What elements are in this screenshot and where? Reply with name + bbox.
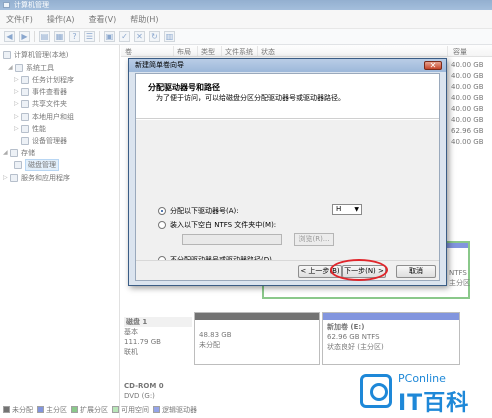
radio-checked-icon[interactable] [158,207,166,215]
dialog-footer: < 上一步(B) 下一步(N) > 取消 [136,260,439,280]
new-simple-volume-wizard: 新建简单卷向导 ✕ 分配驱动器号和路径 为了便于访问，可以给磁盘分区分配驱动器号… [128,58,447,286]
watermark: PConline IT百科 [358,370,492,418]
dialog-body: 分配驱动器号和路径 为了便于访问，可以给磁盘分区分配驱动器号或驱动器路径。 分配… [135,73,440,281]
close-icon[interactable]: ✕ [424,61,442,70]
watermark-brand: PConline [398,372,446,385]
drive-letter-select[interactable]: H ▼ [332,204,362,215]
radio-unchecked-icon[interactable] [158,221,166,229]
dialog-title: 新建简单卷向导 [135,61,184,69]
pconline-logo-icon [360,374,392,408]
folder-path-input[interactable] [182,234,282,245]
dialog-header: 分配驱动器号和路径 为了便于访问，可以给磁盘分区分配驱动器号或驱动器路径。 [136,74,439,119]
dialog-titlebar[interactable]: 新建简单卷向导 [129,59,446,72]
dialog-description: 为了便于访问，可以给磁盘分区分配驱动器号或驱动器路径。 [156,94,345,102]
option-assign-drive-letter[interactable]: 分配以下驱动器号(A): [158,206,239,216]
dropdown-arrow-icon: ▼ [354,206,359,213]
cancel-button[interactable]: 取消 [396,265,436,278]
highlight-ellipse [330,259,388,281]
watermark-name: IT百科 [398,391,470,416]
browse-button[interactable]: 浏览(R)... [294,233,334,246]
dialog-heading: 分配驱动器号和路径 [148,83,220,92]
option-mount-folder[interactable]: 装入以下空白 NTFS 文件夹中(M): [158,220,276,230]
